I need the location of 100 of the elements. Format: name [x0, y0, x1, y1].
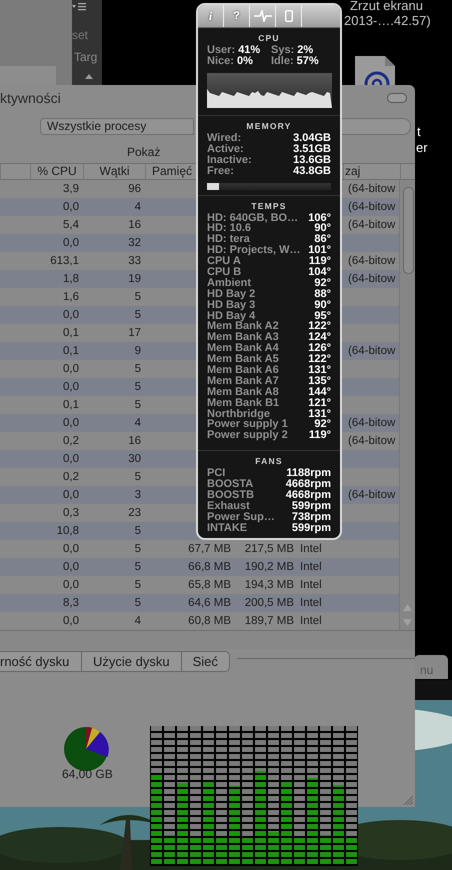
table-cell-text: 10,8	[56, 524, 80, 539]
sensor-label: HD Bay 2	[207, 288, 256, 300]
sensor-value: 88°	[314, 288, 331, 300]
sensor-value: 131°	[308, 408, 331, 420]
sensor-value: 95°	[314, 310, 331, 322]
table-cell-text: 5	[134, 380, 142, 395]
cpu-stat: Nice: 0%	[207, 56, 254, 67]
table-cell-text: 0,2	[62, 470, 80, 485]
table-cell-text: 0,0	[62, 308, 80, 323]
table-cell-text: (64-bitow	[347, 344, 396, 359]
scrollbar-thumb[interactable]	[403, 187, 414, 274]
window-tab[interactable]	[414, 655, 448, 679]
column-header[interactable]: Wątki	[100, 164, 130, 178]
table-cell-text: 1,6	[62, 290, 80, 305]
sensor-value: 738rpm	[292, 512, 331, 523]
scroll-arrows-icon[interactable]	[403, 604, 412, 626]
pulse-icon	[254, 10, 272, 22]
table-cell-text: 0,0	[62, 560, 80, 575]
icon-label: 2013-….42.57)	[344, 13, 431, 28]
sensor-label: Active:	[207, 144, 244, 155]
sensor-value: 122°	[308, 354, 331, 366]
table-cell-text: 23	[127, 506, 142, 521]
table-cell-text: 0,1	[62, 344, 80, 359]
scroll-up-icon[interactable]	[85, 74, 93, 79]
table-cell-text: Intel	[299, 614, 323, 629]
column-header[interactable]: % CPU	[37, 164, 77, 178]
sensor-label: Mem Bank A3	[207, 332, 279, 344]
window-title: ktywności	[0, 90, 61, 106]
table-cell-text: 65,8 MB	[187, 578, 232, 593]
sensor-value: 135°	[308, 376, 331, 387]
sensor-label: CPU A	[207, 256, 241, 268]
table-cell-text: (64-bitow	[347, 434, 396, 449]
column-header[interactable]: Pamięć	[152, 164, 192, 178]
sensor-label: Mem Bank A4	[207, 343, 279, 354]
sensor-label: HD: tera	[207, 234, 250, 246]
phone-icon	[284, 10, 292, 22]
section-title: CPU	[257, 32, 281, 45]
sensor-label: Ambient	[207, 278, 251, 289]
sensor-value: 43.8GB	[293, 166, 331, 177]
list-view-icon[interactable]	[72, 2, 86, 12]
table-cell-text: Intel	[299, 542, 323, 557]
table-cell-text: 190,2 MB	[244, 560, 295, 575]
email-file-icon[interactable]	[355, 56, 395, 85]
table-cell-text: Intel	[299, 560, 323, 575]
sensor-value: 101°	[308, 245, 331, 256]
table-cell-text: (64-bitow	[347, 254, 396, 269]
table-cell-text: Intel	[299, 596, 323, 611]
toolbar-toggle-button[interactable]	[387, 93, 407, 103]
table-cell-text: 67,7 MB	[187, 542, 232, 557]
sensor-label: CPU B	[207, 267, 242, 278]
sensor-value: 124°	[308, 332, 331, 344]
scrollbar[interactable]	[399, 180, 415, 630]
table-cell-text: 4	[134, 614, 142, 629]
table-cell-text: 5,4	[62, 218, 80, 233]
sensor-label: Mem Bank A8	[207, 386, 279, 398]
table-cell-text: 0,0	[62, 362, 80, 377]
sensor-value: 13.6GB	[293, 154, 331, 166]
sensor-label: Power supply 2	[207, 430, 288, 442]
table-cell-text: 4	[134, 200, 142, 215]
sensor-value: 119°	[308, 430, 331, 442]
table-cell-text: (64-bitow	[347, 272, 396, 287]
table-cell-text: 0,0	[62, 236, 80, 251]
table-cell-text: 17	[127, 326, 142, 341]
sensor-label: INTAKE	[207, 522, 248, 534]
show-label: Pokaż	[127, 144, 160, 161]
sensor-label: BOOSTA	[207, 479, 254, 490]
sensor-label: Exhaust	[207, 500, 250, 512]
table-cell-text: 32	[127, 236, 142, 251]
table-cell-text: 96	[127, 182, 142, 197]
sensor-value: 599rpm	[292, 500, 331, 512]
table-cell-text: 0,0	[62, 488, 80, 503]
table-cell-text: (64-bitow	[347, 488, 396, 503]
sensor-value: 3.04GB	[293, 133, 331, 144]
table-cell-text: 5	[134, 524, 142, 539]
table-cell-text: 1,8	[62, 272, 80, 287]
table-cell-text: 19	[127, 272, 142, 287]
tab[interactable]: Sieć	[182, 650, 230, 672]
sensor-value: 90°	[314, 223, 331, 234]
sensor-label: BOOSTB	[207, 490, 254, 501]
process-filter-popup[interactable]: Wszystkie procesy	[40, 118, 194, 134]
tab[interactable]: rność dysku	[0, 650, 82, 672]
sensor-value: 90°	[314, 300, 331, 311]
sensor-value: 104°	[308, 267, 331, 278]
sensor-label: Inactive:	[207, 154, 252, 166]
sensor-value: 106°	[308, 212, 331, 224]
table-cell-text: 64,6 MB	[187, 596, 232, 611]
table-cell-text: 5	[134, 470, 142, 485]
cpu-stat: Idle: 57%	[271, 56, 320, 67]
sensor-label: HD: Projects, W…	[207, 245, 301, 256]
sensor-value: 119°	[308, 256, 331, 268]
search-field[interactable]	[340, 118, 411, 134]
table-cell-text: 16	[127, 434, 142, 449]
icon-label: er	[416, 140, 428, 155]
column-header[interactable]: zaj	[345, 164, 360, 178]
sensor-label: PCI	[207, 468, 226, 480]
table-cell-text: 217,5 MB	[244, 542, 295, 557]
sensor-label: Power supply 1	[207, 419, 288, 430]
sensor-value: 3.51GB	[293, 144, 331, 155]
table-cell-text: (64-bitow	[347, 218, 396, 233]
tab[interactable]: Użycie dysku	[82, 650, 182, 672]
